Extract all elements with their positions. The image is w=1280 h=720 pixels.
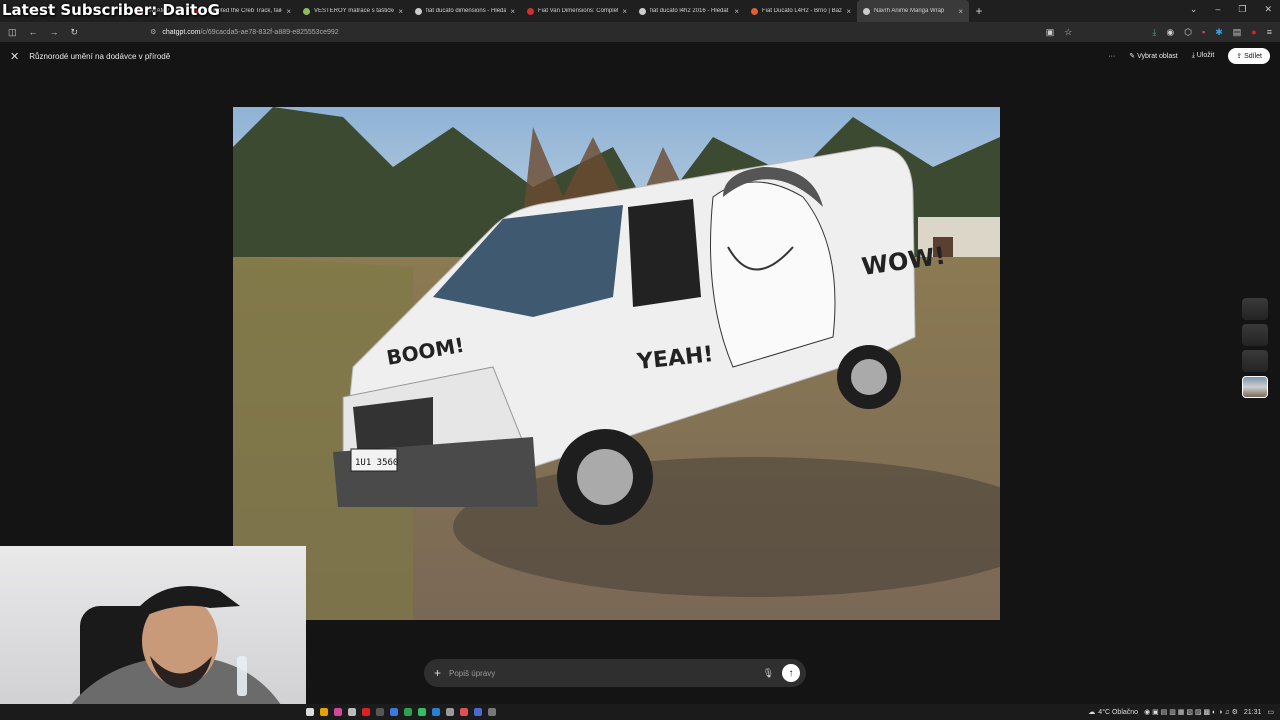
app-icon[interactable]	[488, 708, 496, 716]
image-version-thumbnail[interactable]	[1242, 324, 1268, 346]
image-version-thumbnail[interactable]	[1242, 350, 1268, 372]
tab-favicon-icon	[415, 7, 422, 15]
browser-tab[interactable]: fiat ducato dimensions - Hledat ×	[409, 0, 521, 22]
app-icon[interactable]	[404, 708, 412, 716]
restore-icon[interactable]: ❐	[1238, 4, 1246, 15]
app-icon[interactable]	[390, 708, 398, 716]
tab-favicon-icon	[863, 7, 870, 15]
image-viewer-header: ✕ Různorodé umění na dodávce v přírodě ·…	[0, 42, 1280, 70]
select-area-icon: ✎	[1129, 53, 1138, 60]
extension-icon[interactable]: ●	[1251, 27, 1256, 38]
new-tab-icon[interactable]: +	[969, 4, 989, 18]
weather-widget[interactable]: ☁ 4°C Oblačno	[1088, 708, 1138, 717]
tab-favicon-icon	[751, 7, 758, 15]
edit-prompt-input[interactable]	[449, 668, 755, 678]
clock[interactable]: 21:31	[1244, 709, 1262, 716]
browser-navbar: ◫ ← → ↻ ⚙ chatgpt.com/c/69cacda5-ae78-83…	[0, 22, 1280, 42]
image-version-thumbnail-selected[interactable]	[1242, 376, 1268, 398]
app-icon[interactable]	[334, 708, 342, 716]
tab-favicon-icon	[527, 7, 534, 15]
send-button[interactable]: ↑	[782, 664, 800, 682]
extension-icon[interactable]: ▤	[1233, 27, 1242, 38]
webcam-person-image	[60, 586, 290, 720]
taskbar-apps	[306, 708, 496, 716]
app-icon[interactable]	[460, 708, 468, 716]
app-icon[interactable]	[306, 708, 314, 716]
close-tab-icon[interactable]: ×	[398, 7, 403, 16]
close-window-icon[interactable]: ✕	[1264, 4, 1272, 15]
app-icon[interactable]	[432, 708, 440, 716]
image-version-thumbnail[interactable]	[1242, 298, 1268, 320]
url-host: chatgpt.com	[162, 28, 201, 36]
conversation-title: Různorodé umění na dodávce v přírodě	[29, 51, 171, 61]
browser-tab[interactable]: Fiat Van Dimensions: Complete ×	[521, 0, 633, 22]
forward-icon[interactable]: →	[50, 27, 59, 37]
bookmark-star-icon[interactable]: ☆	[1064, 27, 1072, 38]
site-info-icon[interactable]: ⚙	[150, 28, 156, 36]
browser-tab[interactable]: fiat ducato l4h2 2016 - Hledat (×	[633, 0, 745, 22]
close-tab-icon[interactable]: ×	[734, 7, 739, 16]
close-tab-icon[interactable]: ×	[846, 7, 851, 16]
system-tray: ☁ 4°C Oblačno ◉ ▣ ▤ ▥ ▦ ▧ ▨ ▩ ◐ ◑ ♫ ⚙ 21:…	[1088, 708, 1274, 717]
tab-favicon-icon	[303, 7, 310, 15]
minimize-icon[interactable]: –	[1215, 4, 1220, 15]
app-icon[interactable]	[320, 708, 328, 716]
reload-icon[interactable]: ↻	[71, 27, 79, 38]
app-icon[interactable]	[446, 708, 454, 716]
app-icon[interactable]	[474, 708, 482, 716]
edit-composer: + 🎙 ↑	[424, 659, 806, 687]
microphone-icon[interactable]: 🎙	[763, 668, 774, 679]
download-icon[interactable]: ⤓	[1152, 27, 1156, 38]
notifications-icon[interactable]: ▭	[1267, 708, 1274, 716]
sidebar-toggle-icon[interactable]: ◫	[8, 27, 17, 38]
reader-icon[interactable]: ▣	[1046, 27, 1055, 38]
van-image-illustration: BOOM! YEAH! WOW! 1U1 3560	[233, 107, 1000, 620]
window-controls: ⌄ – ❐ ✕	[1190, 4, 1272, 15]
navbar-actions: ▣ ☆ ⤓ ◉ ⬡ ▪ ✱ ▤ ● ≡	[1046, 27, 1272, 38]
tray-icons[interactable]: ◉ ▣ ▤ ▥ ▦ ▧ ▨ ▩ ◐ ◑ ♫ ⚙	[1144, 708, 1238, 716]
tab-favicon-icon	[639, 7, 646, 15]
app-icon[interactable]	[362, 708, 370, 716]
generated-image[interactable]: BOOM! YEAH! WOW! 1U1 3560	[233, 107, 1000, 620]
more-options-button[interactable]: ···	[1108, 53, 1115, 60]
address-bar[interactable]: ⚙ chatgpt.com/c/69cacda5-ae78-832f-a889-…	[150, 28, 1034, 37]
select-area-button[interactable]: ✎ Vybrat oblast	[1129, 52, 1177, 60]
share-icon: ⇪	[1236, 53, 1245, 60]
app-icon[interactable]	[376, 708, 384, 716]
back-icon[interactable]: ←	[29, 27, 38, 37]
stream-overlay-subscriber: Latest Subscriber: DaitoG	[2, 1, 220, 19]
account-icon[interactable]: ◉	[1166, 27, 1174, 38]
image-versions	[1242, 298, 1268, 398]
close-tab-icon[interactable]: ×	[958, 7, 963, 16]
license-plate-text: 1U1 3560	[355, 458, 398, 468]
tab-list-icon[interactable]: ⌄	[1190, 4, 1198, 15]
app-icon[interactable]	[418, 708, 426, 716]
extension-icon[interactable]: ▪	[1202, 27, 1205, 38]
share-button[interactable]: ⇪ Sdílet	[1228, 48, 1270, 64]
menu-icon[interactable]: ≡	[1267, 27, 1272, 38]
url-path: /c/69cacda5-ae78-832f-a889-e825553ce992	[200, 28, 339, 36]
windows-taskbar: ☁ 4°C Oblačno ◉ ▣ ▤ ▥ ▦ ▧ ▨ ▩ ◐ ◑ ♫ ⚙ 21:…	[0, 704, 1280, 720]
webcam-overlay	[0, 546, 306, 720]
close-tab-icon[interactable]: ×	[286, 7, 291, 16]
extensions-icon[interactable]: ⬡	[1184, 27, 1192, 38]
save-button[interactable]: ⤓ Uložit	[1192, 52, 1215, 60]
cloud-icon: ☁	[1088, 709, 1096, 716]
close-tab-icon[interactable]: ×	[622, 7, 627, 16]
extension-icon[interactable]: ✱	[1215, 27, 1223, 38]
close-viewer-icon[interactable]: ✕	[10, 50, 19, 63]
browser-tab[interactable]: Fiat Ducato L4H2 - Brno | Bazoš ×	[745, 0, 857, 22]
browser-tab-active[interactable]: Návrh Anime Manga Wrap ×	[857, 0, 969, 22]
app-icon[interactable]	[348, 708, 356, 716]
close-tab-icon[interactable]: ×	[510, 7, 515, 16]
browser-tab[interactable]: VESTERÖY matrace s taštičkovýr×	[297, 0, 409, 22]
add-attachment-icon[interactable]: +	[434, 666, 441, 680]
